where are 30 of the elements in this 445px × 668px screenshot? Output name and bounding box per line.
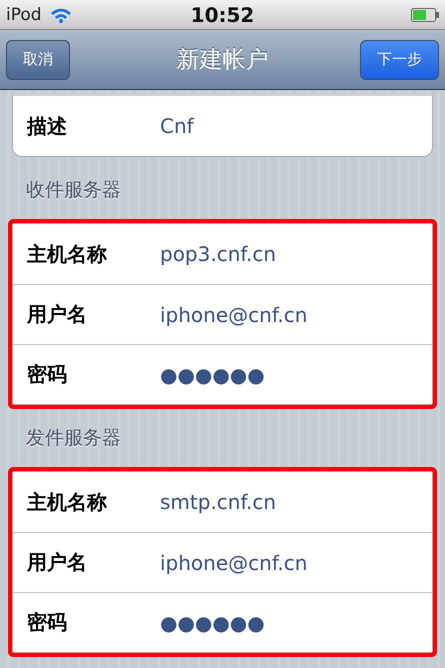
section-header: 发件服务器 xyxy=(26,426,121,451)
field-value: ●●●●●● xyxy=(160,362,265,386)
section-header: 收件服务器 xyxy=(26,178,121,203)
field-label: 密码 xyxy=(27,361,68,388)
field-value: pop3.cnf.cn xyxy=(160,242,276,266)
field-value: Cnf xyxy=(160,114,194,138)
settings-row[interactable]: 密码 ●●●●●● xyxy=(13,592,432,652)
field-label: 主机名称 xyxy=(27,488,108,516)
battery-icon xyxy=(411,8,439,22)
wifi-icon xyxy=(50,6,72,22)
settings-row[interactable]: 描述 Cnf xyxy=(13,96,432,156)
carrier-name: iPod xyxy=(6,4,42,24)
field-label: 用户名 xyxy=(27,301,88,328)
field-value: smtp.cnf.cn xyxy=(160,490,276,514)
field-value: iphone@cnf.cn xyxy=(160,302,308,326)
settings-row[interactable]: 主机名称 smtp.cnf.cn xyxy=(13,472,432,532)
field-label: 描述 xyxy=(27,112,68,140)
clock-time: 10:52 xyxy=(190,2,254,26)
field-label: 密码 xyxy=(27,609,68,636)
settings-row[interactable]: 密码 ●●●●●● xyxy=(13,344,432,404)
cancel-button[interactable]: 取消 xyxy=(6,40,70,80)
field-value: iphone@cnf.cn xyxy=(160,550,308,574)
settings-row[interactable]: 主机名称 pop3.cnf.cn xyxy=(13,224,432,284)
settings-row[interactable]: 用户名 iphone@cnf.cn xyxy=(13,284,432,344)
field-label: 主机名称 xyxy=(27,240,108,268)
field-value: ●●●●●● xyxy=(160,610,265,634)
screen-title: 新建帐户 xyxy=(176,46,268,75)
settings-row[interactable]: 用户名 iphone@cnf.cn xyxy=(13,532,432,592)
next-button[interactable]: 下一步 xyxy=(360,40,439,80)
field-label: 用户名 xyxy=(27,549,88,576)
